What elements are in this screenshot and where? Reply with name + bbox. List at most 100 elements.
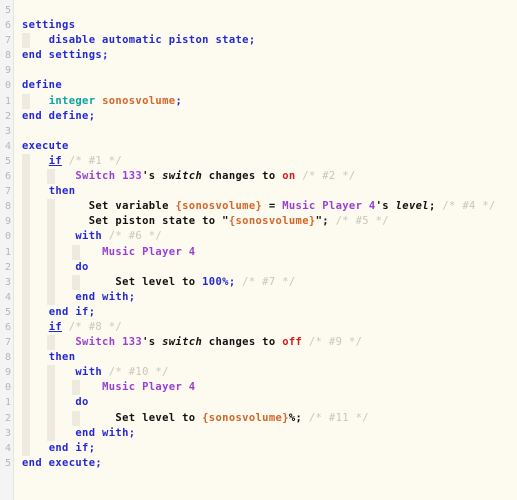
- line-number: 5: [4, 457, 11, 469]
- line-number: 9: [4, 216, 11, 228]
- token-kw: then: [48, 185, 76, 198]
- code-line[interactable]: end with;: [22, 425, 517, 441]
- code-line-text: do: [22, 396, 89, 408]
- code-line[interactable]: Switch 133's switch changes to off /* #9…: [22, 335, 517, 351]
- code-line[interactable]: if /* #1 */: [22, 153, 517, 170]
- token-cmt: /* #7 */: [235, 275, 296, 288]
- code-content-area[interactable]: settings disable automatic piston state;…: [14, 0, 517, 500]
- token-kw: then: [48, 351, 76, 364]
- line-number: 1: [4, 246, 11, 258]
- token-kw: with: [75, 366, 103, 379]
- code-line-text: Set variable {sonosvolume} = Music Playe…: [22, 200, 496, 212]
- token-num: 100%;: [202, 275, 236, 288]
- code-line[interactable]: settings: [22, 18, 517, 33]
- token-dev: Switch 133: [75, 170, 143, 183]
- code-line[interactable]: disable automatic piston state;: [22, 33, 517, 49]
- line-number: 7: [4, 35, 11, 47]
- token-plain: Set variable: [88, 200, 176, 213]
- code-line[interactable]: [22, 3, 517, 18]
- token-punct: ;: [95, 456, 103, 469]
- code-line[interactable]: Set level to 100%; /* #7 */: [22, 274, 517, 290]
- code-line[interactable]: if /* #8 */: [22, 319, 517, 336]
- line-number: 1: [4, 397, 11, 409]
- code-line[interactable]: end settings;: [22, 48, 517, 63]
- code-line[interactable]: [22, 63, 517, 78]
- token-kw: end if: [48, 305, 89, 318]
- line-number: 4: [4, 291, 11, 303]
- code-line[interactable]: Music Player 4: [22, 244, 517, 260]
- code-line-text: end define;: [22, 110, 95, 122]
- code-line[interactable]: end define;: [22, 109, 517, 124]
- token-plain: Set level to: [115, 275, 203, 288]
- code-line[interactable]: end execute;: [22, 456, 517, 471]
- code-line[interactable]: Set piston state to "{sonosvolume}"; /* …: [22, 214, 517, 230]
- code-line[interactable]: end if;: [22, 440, 517, 456]
- token-plain: ";: [315, 215, 329, 228]
- code-line[interactable]: Set level to {sonosvolume}%; /* #11 */: [22, 410, 517, 426]
- token-cmt: /* #2 */: [295, 170, 356, 183]
- token-kw: end if: [48, 441, 89, 454]
- code-editor[interactable]: 5 6 7 8 9 0 1 2 3 4 5 6 7 8 9 0 1 2 3 4 5 6 7 8 9 0 1 2 3 4 5 settings…: [0, 0, 517, 500]
- token-kw: with: [75, 230, 103, 243]
- code-line[interactable]: do: [22, 395, 517, 411]
- token-dev: Music Player 4: [282, 200, 376, 213]
- token-kw: end execute: [22, 456, 96, 469]
- token-var: {sonosvolume}: [228, 215, 316, 228]
- line-number: 2: [4, 412, 11, 424]
- line-number: 6: [4, 321, 11, 333]
- token-plain: changes to: [202, 336, 283, 349]
- token-plain: changes to: [202, 170, 283, 183]
- code-line-text: Switch 133's switch changes to on /* #2 …: [22, 170, 356, 182]
- token-attr: switch: [162, 170, 203, 183]
- token-attr: level: [395, 200, 429, 213]
- token-punct: ;: [128, 426, 136, 439]
- token-kw: end settings: [22, 49, 103, 62]
- code-line[interactable]: define: [22, 78, 517, 93]
- line-number: 0: [4, 231, 11, 243]
- token-kw: execute: [22, 139, 69, 152]
- code-line[interactable]: then: [22, 184, 517, 200]
- line-number: 5: [4, 306, 11, 318]
- token-kw: settings: [22, 19, 76, 32]
- code-line-text: if /* #1 */: [22, 155, 122, 167]
- code-line[interactable]: [22, 124, 517, 139]
- code-line-text: define: [22, 79, 62, 91]
- line-number: 3: [4, 125, 11, 137]
- line-number-gutter: 5 6 7 8 9 0 1 2 3 4 5 6 7 8 9 0 1 2 3 4 5 6 7 8 9 0 1 2 3 4 5: [0, 0, 14, 500]
- token-kwu: if: [48, 320, 63, 333]
- token-punct: ;: [128, 290, 136, 303]
- code-line[interactable]: end if;: [22, 304, 517, 320]
- token-punct: ;: [175, 94, 183, 107]
- code-line-text: Set level to 100%; /* #7 */: [22, 276, 296, 288]
- token-kw: end define: [22, 109, 89, 122]
- code-line[interactable]: Set variable {sonosvolume} = Music Playe…: [22, 199, 517, 215]
- token-plain: =: [262, 200, 283, 213]
- line-number: 9: [4, 367, 11, 379]
- code-line[interactable]: end with;: [22, 289, 517, 305]
- code-line[interactable]: execute: [22, 139, 517, 154]
- token-val: off: [282, 336, 303, 349]
- code-line[interactable]: do: [22, 259, 517, 275]
- code-line[interactable]: Switch 133's switch changes to on /* #2 …: [22, 169, 517, 185]
- token-punct: ;: [102, 49, 109, 62]
- code-line[interactable]: Music Player 4: [22, 380, 517, 396]
- code-line[interactable]: integer sonosvolume;: [22, 93, 517, 109]
- line-number: 2: [4, 110, 11, 122]
- token-punct: ;: [248, 34, 256, 47]
- token-punct: ;: [88, 305, 96, 318]
- code-line[interactable]: then: [22, 350, 517, 366]
- code-line[interactable]: with /* #6 */: [22, 229, 517, 245]
- code-line[interactable]: with /* #10 */: [22, 365, 517, 381]
